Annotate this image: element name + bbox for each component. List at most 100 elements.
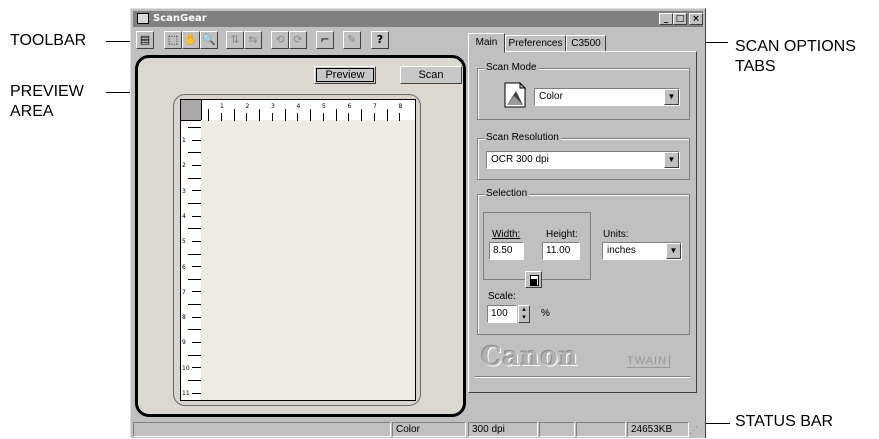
scan-mode-group: Scan Mode Color ▼ (477, 62, 690, 120)
ruler-h-tick (335, 109, 337, 121)
maximize-button[interactable]: □ (673, 13, 687, 25)
callout-status-bar: STATUS BAR (735, 413, 834, 430)
status-blank-2 (539, 422, 575, 437)
ruler-v-tick (188, 152, 201, 154)
ruler-h-tick (361, 109, 362, 121)
ruler-v-tick (192, 342, 201, 344)
vertical-ruler (180, 99, 202, 401)
tab-main[interactable]: Main (468, 33, 505, 53)
ruler-v-number: 10 (182, 364, 190, 372)
ruler-h-tick (246, 113, 248, 121)
close-button[interactable]: × (689, 13, 703, 25)
ruler-v-tick (188, 329, 201, 331)
rotate-right-icon[interactable]: ⟳ (289, 31, 307, 49)
scan-button[interactable]: Scan (400, 66, 462, 84)
window-title: ScanGear (153, 13, 207, 24)
ruler-h-number: 1 (220, 103, 224, 110)
ruler-v-tick (188, 278, 201, 280)
ruler-h-tick (271, 113, 273, 121)
callout-scan-options-2: TABS (735, 58, 776, 75)
ruler-v-tick (188, 354, 201, 356)
chevron-down-icon[interactable]: ▼ (664, 89, 679, 105)
ruler-h-number: 2 (245, 103, 250, 110)
ruler-v-tick (192, 291, 201, 293)
flip-horizontal-icon[interactable]: ⇆ (244, 31, 262, 49)
ruler-h-number: 6 (347, 103, 352, 110)
ruler-corner (180, 99, 202, 121)
callout-scan-options-1: SCAN OPTIONS (735, 38, 856, 55)
scan-resolution-value: OCR 300 dpi (491, 154, 549, 165)
callout-status-line (704, 423, 730, 424)
twain-label: TWAIN (627, 355, 671, 368)
resize-grip-icon[interactable]: ⋰ (689, 424, 703, 437)
scangear-window: ScanGear _ □ × ▤ ⬚ ✋ 🔍 ⇅ ⇆ ⟲ ⟳ ⌐ ✎ ? Pre… (130, 8, 706, 438)
selection-group: Selection Width: 8.50 Height: 11.00 Unit… (477, 188, 690, 335)
ruler-v-number: 7 (182, 288, 186, 296)
ruler-v-tick (188, 228, 201, 230)
scan-mode-label: Scan Mode (484, 62, 539, 73)
units-select[interactable]: inches ▼ (602, 242, 682, 260)
callout-preview-area-2: AREA (10, 103, 54, 120)
scale-spinner[interactable]: ▴ ▾ (518, 305, 530, 323)
ruler-h-number: 5 (322, 103, 326, 110)
ruler-h-tick (208, 109, 209, 121)
chevron-down-icon[interactable]: ▼ (666, 243, 681, 259)
ruler-h-tick (310, 109, 311, 121)
preview-area[interactable]: Preview Scan 1 2 3 4 5 6 7 8 1 2 3 4 5 6 7 8 9 10 11 (135, 55, 466, 417)
ruler-h-tick (348, 113, 350, 121)
ruler-v-tick (192, 392, 201, 394)
callout-toolbar: TOOLBAR (10, 32, 87, 49)
zoom-icon[interactable]: 🔍 (200, 31, 218, 49)
color-page-icon (504, 81, 527, 108)
ruler-v-tick (192, 215, 201, 217)
hand-icon[interactable]: ✋ (182, 31, 200, 49)
scale-input[interactable]: 100 (487, 305, 517, 323)
marquee-select-icon[interactable]: ⬚ (164, 31, 182, 49)
status-blank-3 (576, 422, 626, 437)
ruler-h-tick (233, 109, 235, 121)
tab-preferences[interactable]: Preferences (505, 35, 566, 52)
ruler-h-number: 8 (398, 103, 403, 110)
width-input[interactable]: 8.50 (489, 242, 524, 260)
ruler-v-tick (188, 177, 201, 179)
aspect-lock-icon[interactable] (525, 271, 542, 288)
app-scanner-icon[interactable] (137, 13, 149, 24)
status-mode: Color (392, 422, 466, 437)
ruler-h-number: 3 (271, 103, 275, 110)
ruler-h-number: 4 (296, 103, 301, 110)
preview-page[interactable] (201, 120, 416, 401)
auto-tune-icon[interactable]: ✎ (343, 31, 361, 49)
ruler-v-tick (192, 240, 201, 242)
ruler-v-tick (188, 202, 201, 204)
height-input[interactable]: 11.00 (542, 242, 580, 260)
canon-logo: Canon (481, 342, 579, 372)
scale-percent: % (541, 308, 550, 319)
rotate-left-icon[interactable]: ⟲ (271, 31, 289, 49)
scan-mode-select[interactable]: Color ▼ (534, 88, 680, 106)
ruler-h-tick (373, 113, 375, 121)
status-size: 24653KB (627, 422, 689, 437)
ruler-h-number: 7 (373, 103, 377, 110)
ruler-icon[interactable]: ⌐ (316, 31, 334, 49)
ruler-v-number: 4 (182, 212, 186, 220)
scanner-select-icon[interactable]: ▤ (136, 31, 154, 49)
scan-mode-value: Color (539, 91, 563, 102)
scan-resolution-select[interactable]: OCR 300 dpi ▼ (486, 151, 680, 169)
title-bar[interactable]: ScanGear _ □ × (133, 11, 703, 27)
chevron-down-icon[interactable]: ▼ (664, 152, 679, 168)
ruler-v-tick (192, 367, 201, 369)
selection-label: Selection (484, 188, 530, 199)
minimize-button[interactable]: _ (659, 13, 673, 25)
ruler-h-tick (322, 113, 324, 121)
tab-c3500[interactable]: C3500 (566, 35, 606, 52)
ruler-v-tick (188, 127, 201, 128)
status-resolution: 300 dpi (468, 422, 538, 437)
flip-vertical-icon[interactable]: ⇅ (226, 31, 244, 49)
ruler-v-tick (188, 253, 201, 255)
help-icon[interactable]: ? (371, 31, 389, 49)
ruler-v-tick (192, 139, 201, 141)
scan-resolution-group: Scan Resolution OCR 300 dpi ▼ (477, 132, 690, 180)
status-bar: Color 300 dpi 24653KB ⋰ (131, 421, 705, 439)
preview-button[interactable]: Preview (314, 66, 376, 84)
ruler-v-tick (188, 304, 201, 306)
